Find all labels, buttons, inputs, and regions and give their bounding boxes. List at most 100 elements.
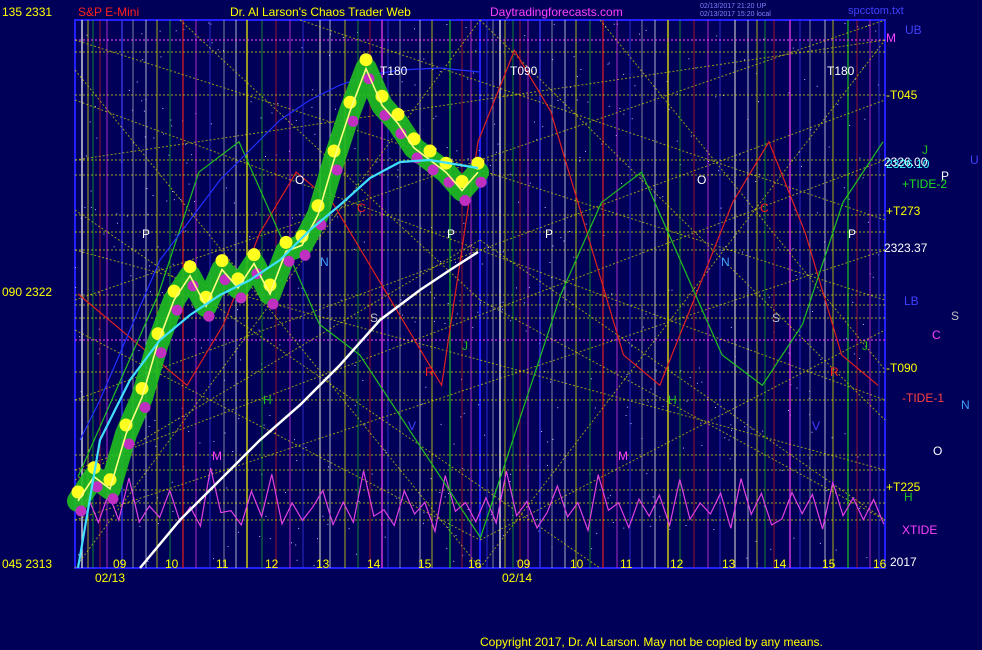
star (623, 113, 625, 115)
star (166, 200, 168, 202)
star (541, 431, 543, 432)
star (75, 267, 76, 269)
star (146, 188, 148, 190)
low-dot (267, 298, 279, 310)
star (440, 423, 442, 425)
star (90, 206, 92, 208)
star (576, 99, 578, 101)
star (327, 523, 329, 525)
star (263, 424, 265, 426)
star (154, 420, 156, 421)
star (103, 233, 105, 235)
star (739, 154, 741, 156)
star (170, 119, 172, 121)
star (224, 432, 226, 434)
star (816, 212, 818, 214)
star (258, 329, 260, 331)
star (147, 560, 149, 562)
star (831, 437, 833, 439)
star (662, 405, 664, 407)
star (312, 89, 314, 91)
hour-label: 10 (570, 557, 584, 571)
star (435, 115, 437, 117)
letter-marker: R (425, 365, 434, 379)
star (669, 528, 671, 530)
star (292, 217, 293, 219)
star (607, 497, 609, 499)
star (647, 401, 649, 403)
letter-marker: P (848, 227, 856, 241)
star (573, 256, 575, 258)
star (340, 299, 342, 301)
star (857, 456, 859, 458)
star (502, 308, 504, 310)
star (730, 326, 732, 328)
star (724, 437, 726, 439)
star (402, 294, 403, 296)
star (528, 287, 530, 289)
star (810, 129, 812, 131)
star (444, 496, 446, 498)
low-dot (107, 493, 119, 505)
star (668, 109, 670, 111)
star (217, 49, 219, 51)
star (502, 535, 504, 537)
star (542, 126, 544, 128)
star (175, 30, 177, 32)
hour-label: 14 (773, 557, 787, 571)
star (867, 221, 869, 223)
star (199, 442, 201, 444)
star (494, 123, 496, 125)
star (509, 481, 511, 482)
star (210, 23, 212, 25)
star (210, 123, 212, 125)
star (746, 557, 748, 559)
star (180, 199, 182, 200)
star (311, 106, 313, 108)
hour-label: 16 (873, 557, 887, 571)
star (172, 511, 174, 512)
star (510, 473, 512, 475)
star (322, 515, 324, 517)
star (792, 248, 794, 250)
high-dot (215, 254, 229, 268)
star (176, 453, 178, 455)
star (557, 100, 559, 101)
star (547, 464, 548, 466)
star (444, 323, 446, 324)
star (143, 110, 145, 112)
right-label-h: H (904, 490, 913, 504)
star (354, 404, 356, 406)
star (792, 47, 794, 49)
hour-label: 11 (216, 557, 229, 571)
star (193, 338, 195, 340)
star (621, 182, 622, 184)
star (328, 466, 329, 468)
symbol-label: S&P E-Mini (78, 5, 139, 19)
low-dot (75, 505, 87, 517)
star (225, 187, 227, 189)
star (652, 496, 654, 498)
star (269, 415, 271, 416)
star (453, 443, 455, 445)
right-price-3: 2323.37 (884, 241, 928, 255)
letter-marker: H (668, 393, 677, 407)
left-axis-mid: 090 2322 (2, 285, 52, 299)
star (590, 378, 592, 380)
star (713, 529, 715, 530)
hour-label: 15 (418, 557, 432, 571)
star (298, 528, 300, 530)
letter-marker: S (370, 311, 378, 325)
star (439, 492, 441, 493)
star (400, 299, 402, 301)
star (642, 326, 644, 328)
right-price-2: 2326.10 (886, 157, 930, 171)
star (238, 418, 240, 420)
star (795, 275, 797, 276)
star (701, 381, 703, 383)
star (188, 431, 190, 432)
star (335, 108, 336, 110)
star (414, 321, 416, 323)
star (864, 118, 866, 120)
star (607, 63, 609, 65)
